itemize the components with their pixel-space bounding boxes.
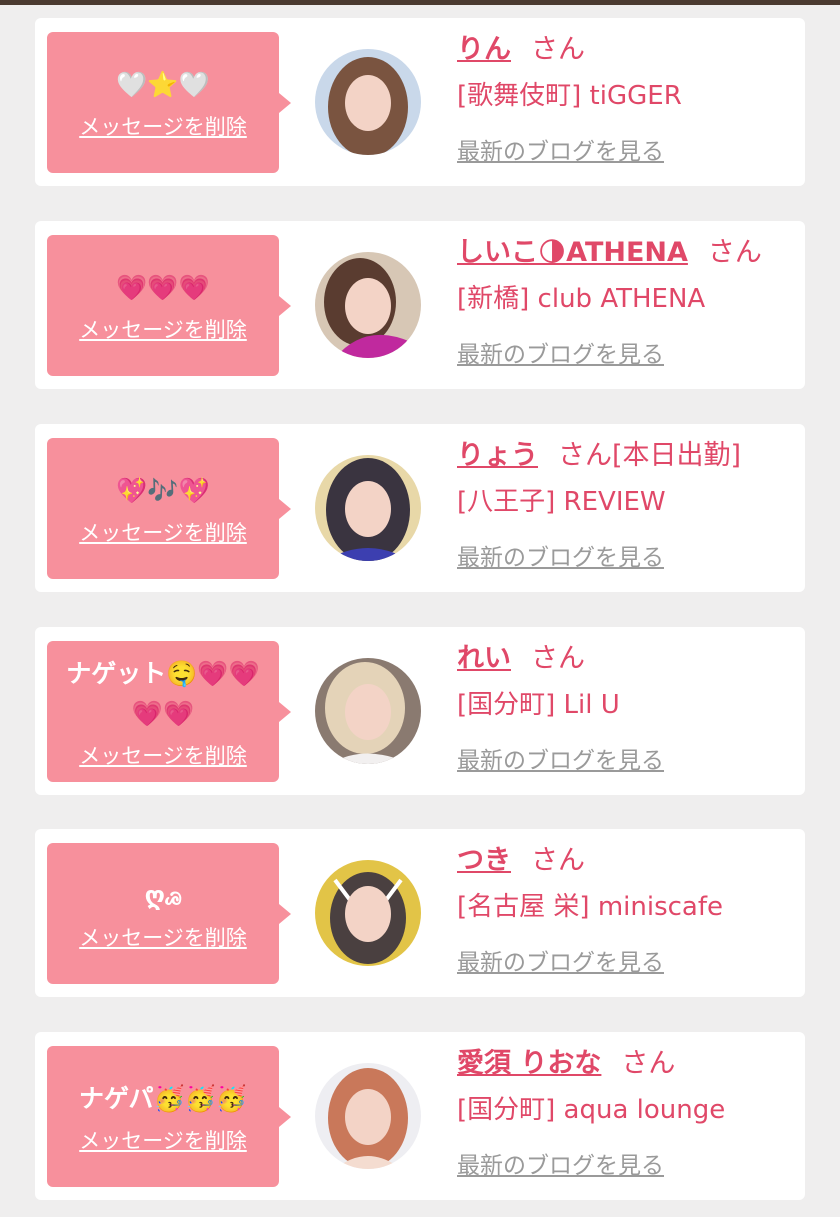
name-suffix: さん (621, 1048, 676, 1079)
message-text: 💖🎶💖 (116, 475, 210, 505)
cast-name-link[interactable]: りん (457, 34, 511, 65)
message-bubble: 💖🎶💖 メッセージを削除 (47, 438, 291, 579)
delete-message-link[interactable]: メッセージを削除 (79, 740, 247, 770)
shop-label: [国分町] Lil U (457, 690, 620, 720)
avatar[interactable] (315, 455, 421, 561)
cast-name-row: りょう さん[本日出勤] (457, 436, 741, 476)
name-suffix: さん[本日出勤] (558, 440, 742, 471)
message-card: 💖🎶💖 メッセージを削除 りょう さん[本日出勤] [八王子] REVIEW 最新… (35, 424, 805, 592)
message-card: ナゲット🤤💗💗💗💗 メッセージを削除 れい さん [国分町] Lil U 最新のブ… (35, 627, 805, 795)
latest-blog-link[interactable]: 最新のブログを見る (457, 538, 664, 578)
delete-message-link[interactable]: メッセージを削除 (79, 922, 247, 952)
avatar[interactable] (315, 860, 421, 966)
name-suffix: さん (531, 845, 585, 876)
cast-name-link[interactable]: れい (457, 643, 511, 674)
cast-name-link[interactable]: 愛須 りおな (457, 1048, 601, 1079)
cast-name-row: りん さん (457, 30, 585, 70)
message-card: ナゲパ🥳🥳🥳 メッセージを削除 愛須 りおな さん [国分町] aqua loun… (35, 1032, 805, 1200)
name-suffix: さん (531, 34, 585, 65)
avatar[interactable] (315, 658, 421, 764)
avatar[interactable] (315, 252, 421, 358)
message-card: ღꮚ メッセージを削除 つき さん [名古屋 栄] miniscafe 最新のブロ… (35, 829, 805, 997)
cast-name-link[interactable]: りょう (457, 440, 538, 471)
name-suffix: さん (707, 237, 762, 268)
shop-label: [国分町] aqua lounge (457, 1095, 726, 1125)
shop-label: [新橋] club ATHENA (457, 284, 706, 314)
message-text: ღꮚ (144, 880, 182, 910)
cast-name-row: れい さん (457, 639, 585, 679)
cast-name-row: つき さん (457, 841, 585, 881)
latest-blog-link[interactable]: 最新のブログを見る (457, 741, 664, 781)
message-bubble: 💗💗💗 メッセージを削除 (47, 235, 291, 376)
message-card: 🤍⭐🤍 メッセージを削除 りん さん [歌舞伎町] tiGGER 最新のブログを見… (35, 18, 805, 186)
latest-blog-link[interactable]: 最新のブログを見る (457, 1146, 664, 1186)
cast-name-row: 愛須 りおな さん (457, 1044, 675, 1084)
latest-blog-link[interactable]: 最新のブログを見る (457, 335, 664, 375)
delete-message-link[interactable]: メッセージを削除 (79, 111, 247, 141)
shop-label: [歌舞伎町] tiGGER (457, 81, 682, 111)
shop-label: [名古屋 栄] miniscafe (457, 892, 723, 922)
delete-message-link[interactable]: メッセージを削除 (79, 314, 247, 344)
delete-message-link[interactable]: メッセージを削除 (79, 517, 247, 547)
message-text: 🤍⭐🤍 (116, 69, 210, 99)
message-card: 💗💗💗 メッセージを削除 しいこ🌗ATHENA さん [新橋] club ATHE… (35, 221, 805, 389)
message-bubble: 🤍⭐🤍 メッセージを削除 (47, 32, 291, 173)
avatar[interactable] (315, 1063, 421, 1169)
latest-blog-link[interactable]: 最新のブログを見る (457, 132, 664, 172)
message-text: 💗💗💗 (116, 272, 210, 302)
shop-label: [八王子] REVIEW (457, 487, 666, 517)
cast-name-row: しいこ🌗ATHENA さん (457, 233, 762, 273)
name-suffix: さん (531, 643, 585, 674)
cast-name-link[interactable]: つき (457, 845, 511, 876)
message-text: ナゲパ🥳🥳🥳 (79, 1083, 247, 1113)
message-bubble: ナゲット🤤💗💗💗💗 メッセージを削除 (47, 641, 291, 782)
message-text: ナゲット🤤💗💗💗💗 (66, 658, 260, 728)
avatar[interactable] (315, 49, 421, 155)
top-bar (0, 0, 840, 5)
message-bubble: ღꮚ メッセージを削除 (47, 843, 291, 984)
latest-blog-link[interactable]: 最新のブログを見る (457, 943, 664, 983)
message-bubble: ナゲパ🥳🥳🥳 メッセージを削除 (47, 1046, 291, 1187)
delete-message-link[interactable]: メッセージを削除 (79, 1125, 247, 1155)
cast-name-link[interactable]: しいこ🌗ATHENA (457, 237, 688, 268)
